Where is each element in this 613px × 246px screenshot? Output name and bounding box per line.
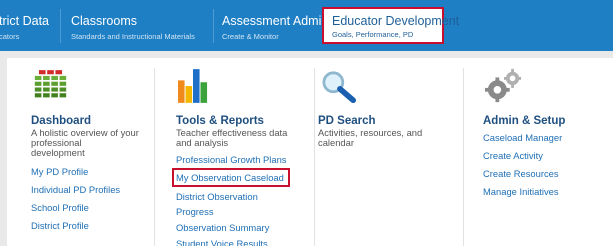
column-description: Teacher effectiveness data and analysis bbox=[176, 128, 287, 148]
link-caseload-manager[interactable]: Caseload Manager bbox=[483, 132, 562, 143]
nav-item-assessment-admin[interactable]: Assessment Admin Create & Monitor bbox=[222, 0, 328, 51]
dashboard-grid-icon[interactable] bbox=[34, 68, 67, 102]
link-district-observation[interactable]: District Observation bbox=[176, 191, 258, 202]
link-my-observation-caseload[interactable]: My Observation Caseload bbox=[172, 168, 290, 187]
column-title[interactable]: Tools & Reports bbox=[176, 115, 264, 127]
column-divider bbox=[154, 68, 155, 246]
link-create-resources[interactable]: Create Resources bbox=[483, 168, 559, 179]
gears-icon[interactable] bbox=[485, 68, 523, 104]
nav-item-subtitle: Create & Monitor bbox=[222, 32, 279, 41]
link-my-pd-profile[interactable]: My PD Profile bbox=[31, 166, 88, 177]
link-individual-pd-profiles[interactable]: Individual PD Profiles bbox=[31, 184, 120, 195]
column-title[interactable]: Dashboard bbox=[31, 115, 91, 127]
description-line: development bbox=[31, 147, 85, 158]
link-professional-growth-plans[interactable]: Professional Growth Plans bbox=[176, 154, 286, 165]
nav-divider bbox=[60, 9, 61, 43]
link-manage-initiatives[interactable]: Manage Initiatives bbox=[483, 186, 559, 197]
column-description: Activities, resources, and calendar bbox=[318, 128, 422, 148]
column-divider bbox=[463, 68, 464, 246]
nav-item-title: trict Data bbox=[0, 14, 50, 28]
nav-item-educator-development[interactable]: Educator Development Goals, Performance,… bbox=[322, 7, 459, 44]
link-district-profile[interactable]: District Profile bbox=[31, 220, 89, 231]
column-description: A holistic overview of your professional… bbox=[31, 128, 139, 158]
nav-item-title: Classrooms bbox=[71, 14, 137, 28]
nav-item-classrooms[interactable]: Classrooms Standards and Instructional M… bbox=[71, 0, 221, 51]
link-school-profile[interactable]: School Profile bbox=[31, 202, 89, 213]
description-line: and analysis bbox=[176, 137, 229, 148]
nav-item-subtitle: Standards and Instructional Materials bbox=[71, 32, 195, 41]
bar-chart-icon[interactable] bbox=[178, 68, 208, 104]
nav-item-subtitle: Goals, Performance, PD bbox=[332, 30, 414, 39]
menu-panel: Dashboard A holistic overview of your pr… bbox=[7, 58, 613, 246]
nav-item-subtitle: cators bbox=[0, 32, 20, 41]
link-create-activity[interactable]: Create Activity bbox=[483, 150, 543, 161]
description-line: calendar bbox=[318, 137, 354, 148]
nav-item-district-data[interactable]: trict Data cators bbox=[0, 0, 49, 51]
link-progress[interactable]: Progress bbox=[176, 206, 214, 217]
nav-divider bbox=[213, 9, 214, 43]
column-title[interactable]: Admin & Setup bbox=[483, 115, 565, 127]
link-observation-summary[interactable]: Observation Summary bbox=[176, 222, 269, 233]
magnifier-icon[interactable] bbox=[319, 70, 359, 104]
column-divider bbox=[314, 68, 315, 246]
link-student-voice-results[interactable]: Student Voice Results bbox=[176, 238, 268, 246]
column-title[interactable]: PD Search bbox=[318, 115, 376, 127]
top-navigation: trict Data cators Classrooms Standards a… bbox=[0, 0, 613, 51]
nav-item-title: Educator Development bbox=[332, 14, 460, 28]
nav-item-title: Assessment Admin bbox=[222, 14, 329, 28]
